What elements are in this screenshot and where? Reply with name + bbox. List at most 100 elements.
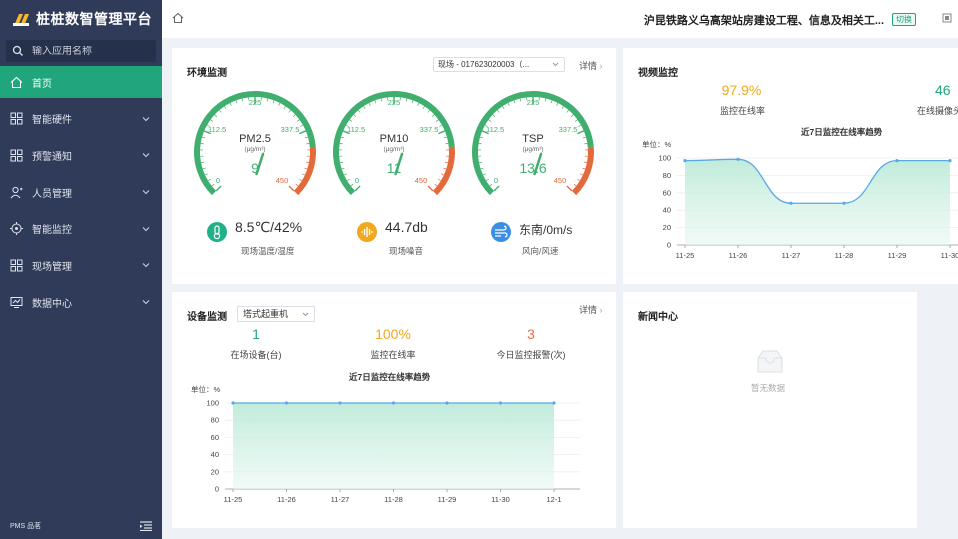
sidebar-item-6[interactable]: 数据中心 (0, 286, 162, 318)
gauge-tick (380, 98, 383, 102)
sidebar-item-5[interactable]: 现场管理 (0, 249, 162, 281)
y-tick-label: 20 (663, 223, 671, 232)
gauge-track-red (571, 146, 594, 196)
search-input[interactable] (32, 45, 152, 57)
news-card-title: 新闻中心 (638, 312, 678, 323)
gauge-tick (489, 183, 493, 187)
env-detail-link[interactable]: 详情 (579, 59, 603, 72)
project-title[interactable]: 沪昆铁路义乌高架站房建设工程、信息及相关工... (644, 12, 884, 28)
y-tick-label: 80 (211, 416, 219, 425)
gauge-tick (439, 124, 443, 127)
chevron-down-icon (142, 300, 150, 305)
search-icon (12, 45, 23, 56)
y-tick-label: 0 (215, 485, 219, 494)
home-icon[interactable] (172, 12, 184, 24)
logo-icon (13, 14, 29, 26)
gauge-tick (241, 98, 244, 102)
device-type-select[interactable]: 塔式起重机 (237, 306, 315, 322)
gauge-tick (573, 183, 577, 187)
gauge-tick (574, 119, 578, 122)
gauge-tsp: 0 112.5 225 337.5 450 TSP(μg/m³) 13.6 (472, 91, 594, 196)
gauge-tick (346, 178, 350, 182)
data-point (842, 201, 846, 205)
sidebar-item-0[interactable]: 首页 (0, 66, 162, 98)
grid-icon (10, 149, 23, 162)
collapse-menu-icon[interactable] (140, 521, 152, 531)
y-tick-label: 0 (667, 241, 671, 250)
brand[interactable]: 桩桩数智管理平台 (0, 0, 162, 38)
gauge-unit: (μg/m³) (244, 146, 265, 153)
gauge-name: PM2.5 (239, 133, 271, 145)
gauge-tick (550, 100, 553, 104)
sidebar-item-1[interactable]: 智能硬件 (0, 103, 162, 135)
gauge-tick (292, 114, 296, 117)
x-tick-label: 11-29 (888, 251, 907, 260)
app-title: 桩桩数智管理平台 (36, 11, 152, 27)
sidebar-menu: 首页智能硬件预警通知人员管理智能监控现场管理数据中心 (0, 66, 162, 318)
gauge-tick (266, 98, 269, 102)
gauge-tick (353, 114, 357, 117)
gauge-tick (507, 102, 510, 106)
x-tick-label: 11-30 (941, 251, 958, 260)
chevron-down-icon (142, 226, 150, 232)
sidebar-item-label: 智能监控 (32, 225, 72, 237)
gauge-tick (296, 119, 300, 122)
gauge-tick (200, 161, 205, 164)
x-tick-label: 11-30 (491, 495, 510, 504)
data-point (338, 401, 342, 405)
env-site-select[interactable]: 现场 - 017623020003（... (433, 57, 565, 72)
sidebar-item-3[interactable]: 人员管理 (0, 176, 162, 208)
gauge-tick (482, 173, 486, 176)
search-box (6, 40, 156, 62)
gauge-tick (224, 106, 227, 109)
env-stat-2: 东南/0m/s 风向/风速 (491, 218, 631, 262)
video-online-trend-chart: 0 20 40 60 80 100 11-25 11-26 11-27 11-28 11-29 11-… (658, 154, 958, 260)
gauge-value: 9 (251, 160, 259, 176)
gauge-tick (283, 106, 286, 109)
gauge-tick-label: 450 (554, 176, 567, 185)
gauge-tick (544, 98, 547, 102)
data-point (736, 157, 740, 161)
fullscreen-icon[interactable] (942, 13, 952, 23)
sidebar-item-2[interactable]: 预警通知 (0, 139, 162, 171)
gauge-tick (295, 183, 299, 187)
gauge-tick-label: 112.5 (486, 125, 504, 134)
env-stat-value: 8.5℃/42% (235, 219, 303, 235)
gauge-tick (479, 136, 484, 139)
gauge-tick (278, 102, 281, 106)
gauge-tick (582, 136, 587, 139)
sidebar-item-4[interactable]: 智能监控 (0, 213, 162, 245)
gauge-tick (485, 178, 489, 182)
switch-project-button[interactable]: 切换 (892, 13, 916, 26)
y-tick-label: 60 (663, 188, 671, 197)
gauge-tick (480, 167, 484, 170)
chevron-down-icon (302, 312, 309, 317)
data-point (231, 401, 235, 405)
env-stat-label: 现场噪音 (389, 246, 424, 256)
gauge-tick-label: 450 (415, 176, 428, 185)
gauge-tick (215, 185, 222, 192)
env-stat-0: 8.5℃/42% 现场温度/湿度 (207, 218, 347, 262)
gauge-track-red (293, 146, 316, 196)
x-tick-label: 11-28 (835, 251, 854, 260)
env-site-select-value: 现场 - 017623020003（... (438, 60, 530, 69)
grid-icon (10, 259, 23, 272)
monitor-icon (10, 296, 23, 308)
gauge-tick (577, 130, 585, 135)
chevron-down-icon (142, 153, 150, 158)
gauge-tick (411, 100, 414, 104)
device-stat-value: 3 (527, 326, 535, 342)
gauge-tick (519, 98, 522, 102)
x-tick-label: 11-25 (224, 495, 243, 504)
data-point (895, 159, 899, 163)
gauge-tick-label: 112.5 (208, 125, 226, 134)
gauge-tick-label: 337.5 (281, 125, 300, 134)
gauge-tick (583, 161, 588, 164)
device-online-trend-chart: 0 20 40 60 80 100 11-25 11-26 11-27 11-28 11-29 11-… (206, 399, 580, 504)
device-stat-label: 在场设备(台) (230, 350, 282, 360)
device-monitor-card: 设备监测 塔式起重机 详情 1 在场设备(台) 100% 监控在线率 3 今日监控报警(次… (172, 292, 616, 528)
gauge-tick (443, 136, 448, 139)
device-detail-link[interactable]: 详情 (579, 303, 603, 316)
sidebar-item-label: 预警通知 (32, 151, 72, 163)
gauge-tick (305, 161, 310, 164)
